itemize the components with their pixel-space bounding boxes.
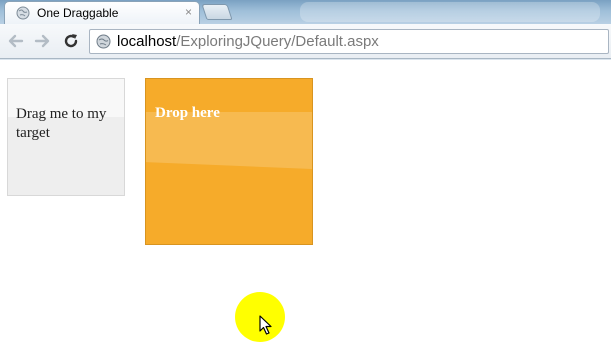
draggable-box[interactable]: Drag me to my target <box>7 78 125 196</box>
mouse-pointer-icon <box>259 315 272 335</box>
drop-target[interactable]: Drop here <box>145 78 313 245</box>
drop-target-label: Drop here <box>155 105 220 121</box>
draggable-label: Drag me to my target <box>16 106 107 141</box>
url-host: localhost <box>117 33 177 50</box>
tab-strip-background <box>300 2 600 22</box>
tab-close-icon[interactable]: × <box>185 5 192 19</box>
browser-window: One Draggable × localhost/ExploringJQuer… <box>0 0 611 60</box>
back-arrow-icon[interactable] <box>7 32 25 50</box>
reload-icon[interactable] <box>62 32 80 50</box>
tab-strip: One Draggable × <box>0 0 611 24</box>
globe-icon <box>16 6 30 20</box>
tab-title: One Draggable <box>37 6 119 20</box>
address-bar[interactable]: localhost/ExploringJQuery/Default.aspx <box>89 29 609 54</box>
new-tab-button[interactable] <box>201 4 233 20</box>
tab-one-draggable[interactable]: One Draggable × <box>4 1 200 24</box>
browser-toolbar: localhost/ExploringJQuery/Default.aspx <box>0 24 611 59</box>
url-path: /ExploringJQuery/Default.aspx <box>176 33 379 50</box>
forward-arrow-icon[interactable] <box>33 32 51 50</box>
globe-icon <box>96 34 111 49</box>
url-text[interactable]: localhost/ExploringJQuery/Default.aspx <box>117 33 379 50</box>
